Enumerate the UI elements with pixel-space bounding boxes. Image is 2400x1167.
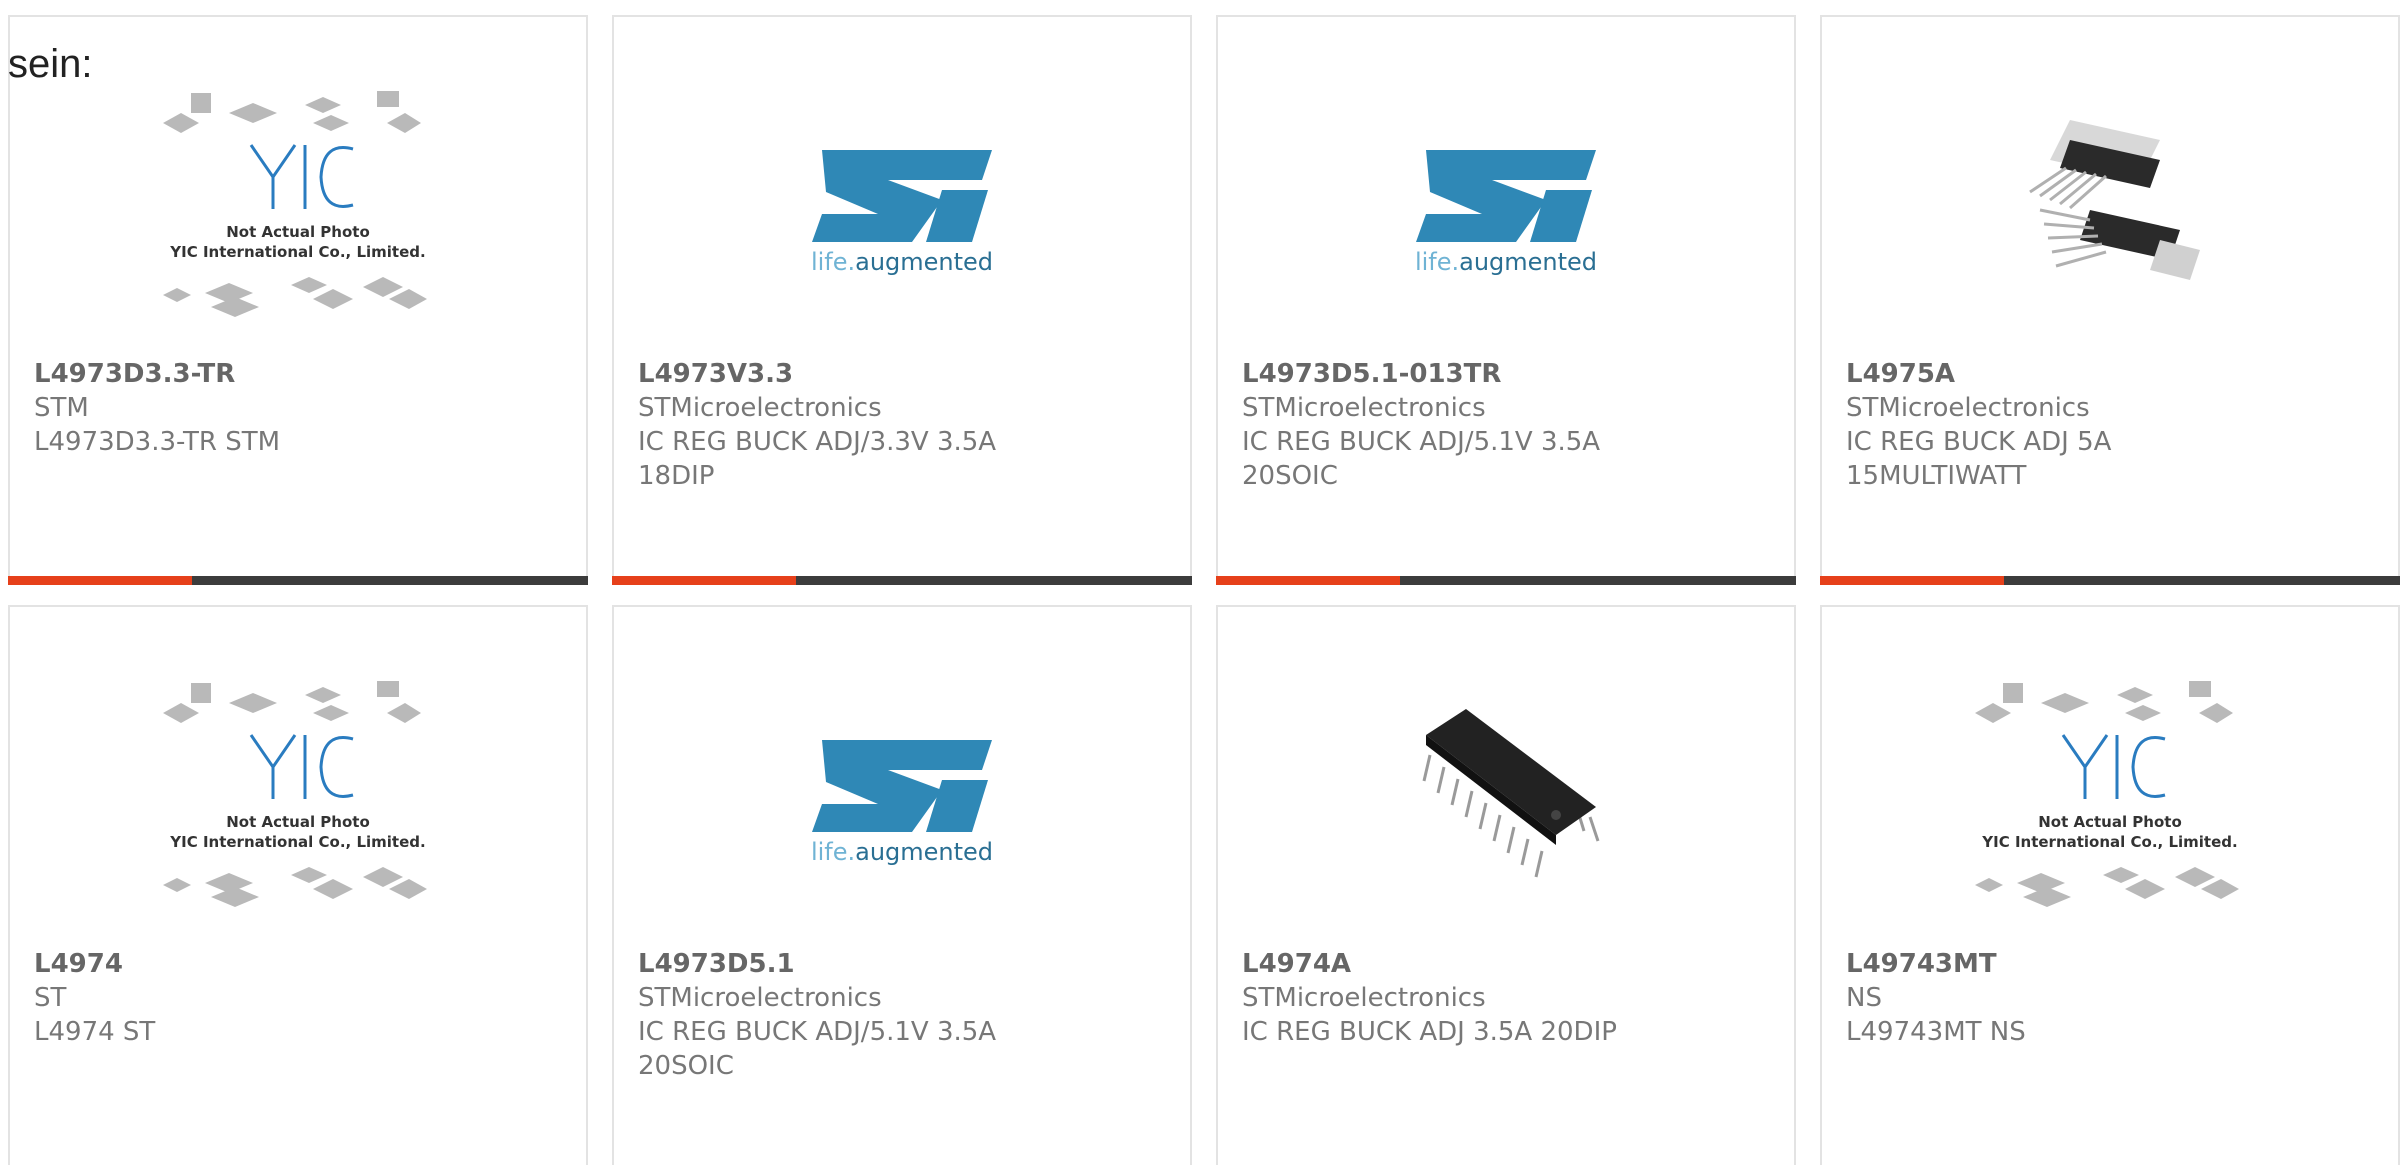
product-manufacturer: NS (1846, 983, 1882, 1013)
placeholder-line1: Not Actual Photo (226, 223, 370, 241)
product-description: IC REG BUCK ADJ/5.1V 3.5A 20SOIC (1242, 427, 1601, 491)
multiwatt-package-graphic (2029, 119, 2200, 280)
product-card[interactable]: Not Actual Photo YIC International Co., … (8, 605, 588, 1165)
intro-text: sein: (8, 42, 93, 86)
card-accent-bar (8, 576, 588, 585)
product-part-number[interactable]: L4973V3.3 (638, 357, 1166, 391)
placeholder-image[interactable]: Not Actual Photo YIC International Co., … (1822, 637, 2398, 952)
product-part-number[interactable]: L49743MT (1846, 947, 2374, 981)
product-manufacturer: STMicroelectronics (638, 393, 882, 423)
card-accent-bar (1216, 576, 1796, 585)
product-card[interactable]: Not Actual Photo YIC International Co., … (8, 15, 588, 585)
placeholder-line2: YIC International Co., Limited. (169, 833, 425, 851)
dip-package-graphic (1422, 708, 1600, 877)
placeholder-line2: YIC International Co., Limited. (169, 243, 425, 261)
product-part-number[interactable]: L4973D3.3-TR (34, 357, 562, 391)
product-part-number[interactable]: L4974 (34, 947, 562, 981)
product-description: IC REG BUCK ADJ/3.3V 3.5A 18DIP (638, 427, 997, 491)
st-logo[interactable]: life.augmented (614, 47, 1190, 362)
product-description: L4974 ST (34, 1017, 156, 1047)
placeholder-image-graphic: Not Actual Photo YIC International Co., … (163, 680, 427, 907)
product-card[interactable]: Not Actual Photo YIC International Co., … (1820, 605, 2400, 1165)
product-part-number[interactable]: L4973D5.1 (638, 947, 1166, 981)
product-part-number[interactable]: L4974A (1242, 947, 1770, 981)
product-card[interactable]: life.augmented L4973V3.3 STMicroelectron… (612, 15, 1192, 585)
product-description: IC REG BUCK ADJ 5A 15MULTIWATT (1846, 427, 2112, 491)
st-logo[interactable]: life.augmented (1218, 47, 1794, 362)
st-logo-graphic: life.augmented (811, 739, 993, 866)
placeholder-image[interactable]: Not Actual Photo YIC International Co., … (10, 637, 586, 952)
st-logo-graphic: life.augmented (811, 149, 993, 276)
product-manufacturer: STMicroelectronics (1846, 393, 2090, 423)
product-description: L4973D3.3-TR STM (34, 427, 281, 457)
placeholder-line1: Not Actual Photo (2038, 813, 2182, 831)
dip-package-photo[interactable] (1218, 637, 1794, 952)
product-card[interactable]: life.augmented L4973D5.1 STMicroelectron… (612, 605, 1192, 1165)
product-card[interactable]: life.augmented L4973D5.1-013TR STMicroel… (1216, 15, 1796, 585)
product-grid: Not Actual Photo YIC International Co., … (8, 15, 2400, 1165)
product-manufacturer: STM (34, 393, 89, 423)
product-manufacturer: STMicroelectronics (1242, 983, 1486, 1013)
card-accent-bar (612, 576, 1192, 585)
placeholder-line1: Not Actual Photo (226, 813, 370, 831)
product-description: IC REG BUCK ADJ/5.1V 3.5A 20SOIC (638, 1017, 997, 1081)
placeholder-line2: YIC International Co., Limited. (1981, 833, 2237, 851)
product-card[interactable]: L4974A STMicroelectronics IC REG BUCK AD… (1216, 605, 1796, 1165)
st-tagline: life.augmented (1415, 248, 1597, 276)
product-description: IC REG BUCK ADJ 3.5A 20DIP (1242, 1017, 1617, 1047)
product-card[interactable]: L4975A STMicroelectronics IC REG BUCK AD… (1820, 15, 2400, 585)
st-logo-graphic: life.augmented (1415, 149, 1597, 276)
product-description: L49743MT NS (1846, 1017, 2026, 1047)
product-manufacturer: STMicroelectronics (1242, 393, 1486, 423)
multiwatt-package-photo[interactable] (1822, 47, 2398, 362)
placeholder-image[interactable]: Not Actual Photo YIC International Co., … (10, 47, 586, 362)
st-logo[interactable]: life.augmented (614, 637, 1190, 952)
product-grid-page: sein: Not Actual Photo YIC International… (0, 0, 2400, 1167)
product-part-number[interactable]: L4975A (1846, 357, 2374, 391)
st-tagline: life.augmented (811, 248, 993, 276)
product-manufacturer: ST (34, 983, 67, 1013)
placeholder-image-graphic: Not Actual Photo YIC International Co., … (163, 90, 427, 317)
product-part-number[interactable]: L4973D5.1-013TR (1242, 357, 1770, 391)
product-manufacturer: STMicroelectronics (638, 983, 882, 1013)
placeholder-image-graphic: Not Actual Photo YIC International Co., … (1975, 680, 2239, 907)
st-tagline: life.augmented (811, 838, 993, 866)
card-accent-bar (1820, 576, 2400, 585)
